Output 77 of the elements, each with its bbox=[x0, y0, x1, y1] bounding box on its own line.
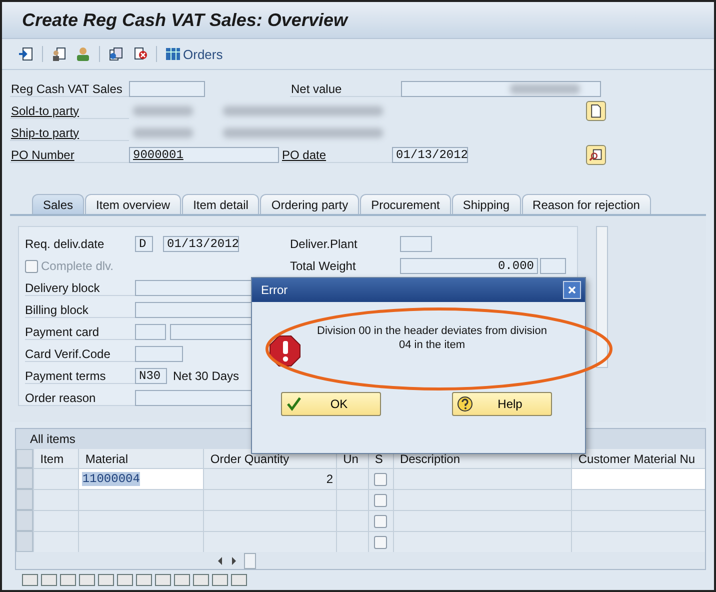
scroll-thumb[interactable] bbox=[244, 553, 256, 569]
screen-title: Create Reg Cash VAT Sales: Overview bbox=[22, 10, 348, 30]
table-cell bbox=[33, 510, 78, 531]
tab[interactable]: Item overview bbox=[85, 194, 182, 214]
document-button[interactable] bbox=[586, 101, 606, 121]
toolbar-button[interactable] bbox=[41, 574, 57, 586]
scroll-right-icon[interactable] bbox=[230, 556, 238, 566]
tab[interactable]: Reason for rejection bbox=[522, 194, 651, 214]
toolbar-button[interactable] bbox=[155, 574, 171, 586]
field-link[interactable]: Sold-to party bbox=[10, 104, 129, 118]
ok-button[interactable]: OK bbox=[281, 392, 381, 416]
scroll-bar[interactable] bbox=[596, 226, 608, 368]
weight-field[interactable]: 0.000 bbox=[400, 258, 538, 274]
help-icon bbox=[457, 396, 473, 412]
table-cell: 2 bbox=[203, 468, 336, 489]
documents-icon[interactable] bbox=[108, 46, 124, 62]
checkbox[interactable] bbox=[374, 494, 388, 506]
table-cell bbox=[33, 531, 78, 552]
error-message: Division 00 in the header deviates from division 04 in the item bbox=[316, 324, 548, 352]
net-value-field[interactable] bbox=[401, 81, 601, 97]
toolbar-button[interactable] bbox=[22, 574, 38, 586]
input-field[interactable] bbox=[400, 236, 432, 252]
toolbar-button[interactable] bbox=[174, 574, 190, 586]
field-label: Req. deliv.date bbox=[25, 237, 106, 251]
field-link[interactable]: Ship-to party bbox=[10, 126, 129, 140]
scroll-left-icon[interactable] bbox=[216, 556, 224, 566]
field-label: Payment card bbox=[25, 324, 135, 340]
checkbox[interactable] bbox=[374, 514, 388, 528]
field-description: Net 30 Days bbox=[173, 369, 240, 383]
person-icon[interactable] bbox=[75, 46, 91, 62]
field-label: Total Weight bbox=[290, 259, 357, 273]
delivery-date-field[interactable]: 01/13/2012 bbox=[163, 236, 239, 252]
blurred-text bbox=[133, 106, 193, 116]
checkmark-icon bbox=[286, 396, 302, 412]
error-stop-icon bbox=[269, 335, 301, 367]
input-field[interactable] bbox=[134, 324, 166, 340]
checkbox[interactable] bbox=[374, 472, 388, 486]
tab[interactable]: Ordering party bbox=[260, 194, 360, 214]
tab[interactable]: Shipping bbox=[452, 194, 521, 214]
orders-label: Orders bbox=[183, 46, 223, 62]
display-document-button[interactable] bbox=[586, 145, 606, 165]
toolbar-button[interactable] bbox=[60, 574, 76, 586]
close-button[interactable] bbox=[563, 281, 581, 299]
orders-button[interactable]: Orders bbox=[165, 46, 223, 62]
checkbox[interactable] bbox=[374, 536, 388, 548]
document-arrow-icon[interactable] bbox=[18, 46, 34, 62]
table-cell: 11000004 bbox=[78, 468, 204, 489]
delete-document-icon[interactable] bbox=[132, 46, 148, 62]
toolbar-button[interactable] bbox=[136, 574, 152, 586]
person-document-icon[interactable] bbox=[51, 46, 67, 62]
date-type-field[interactable]: D bbox=[135, 236, 153, 252]
document-number-field[interactable] bbox=[129, 81, 205, 97]
page-icon bbox=[589, 104, 603, 118]
dialog-title: Error bbox=[261, 283, 288, 297]
toolbar-button[interactable] bbox=[79, 574, 95, 586]
field-label: Deliver.Plant bbox=[290, 237, 358, 251]
tab[interactable]: Procurement bbox=[360, 194, 451, 214]
po-number-field[interactable]: 9000001 bbox=[129, 147, 279, 163]
tab[interactable]: Sales bbox=[32, 194, 84, 214]
select-all-cell[interactable] bbox=[16, 449, 34, 468]
checkbox-label: Complete dlv. bbox=[41, 259, 114, 273]
unit-field[interactable] bbox=[540, 258, 566, 274]
toolbar-button[interactable] bbox=[212, 574, 228, 586]
toolbar-button[interactable] bbox=[193, 574, 209, 586]
input-field[interactable]: N30 bbox=[135, 368, 167, 384]
po-date-field[interactable]: 01/13/2012 bbox=[392, 147, 468, 163]
tab[interactable]: Item detail bbox=[182, 194, 260, 214]
toolbar-button[interactable] bbox=[98, 574, 114, 586]
close-icon bbox=[567, 285, 577, 295]
help-button[interactable]: Help bbox=[452, 392, 552, 416]
input-field[interactable] bbox=[135, 346, 183, 362]
magnifier-document-icon bbox=[589, 148, 603, 162]
table-cell bbox=[33, 489, 78, 510]
toolbar-button[interactable] bbox=[117, 574, 133, 586]
blurred-text bbox=[133, 128, 193, 138]
table-icon bbox=[165, 46, 181, 62]
toolbar-button[interactable] bbox=[231, 574, 247, 586]
